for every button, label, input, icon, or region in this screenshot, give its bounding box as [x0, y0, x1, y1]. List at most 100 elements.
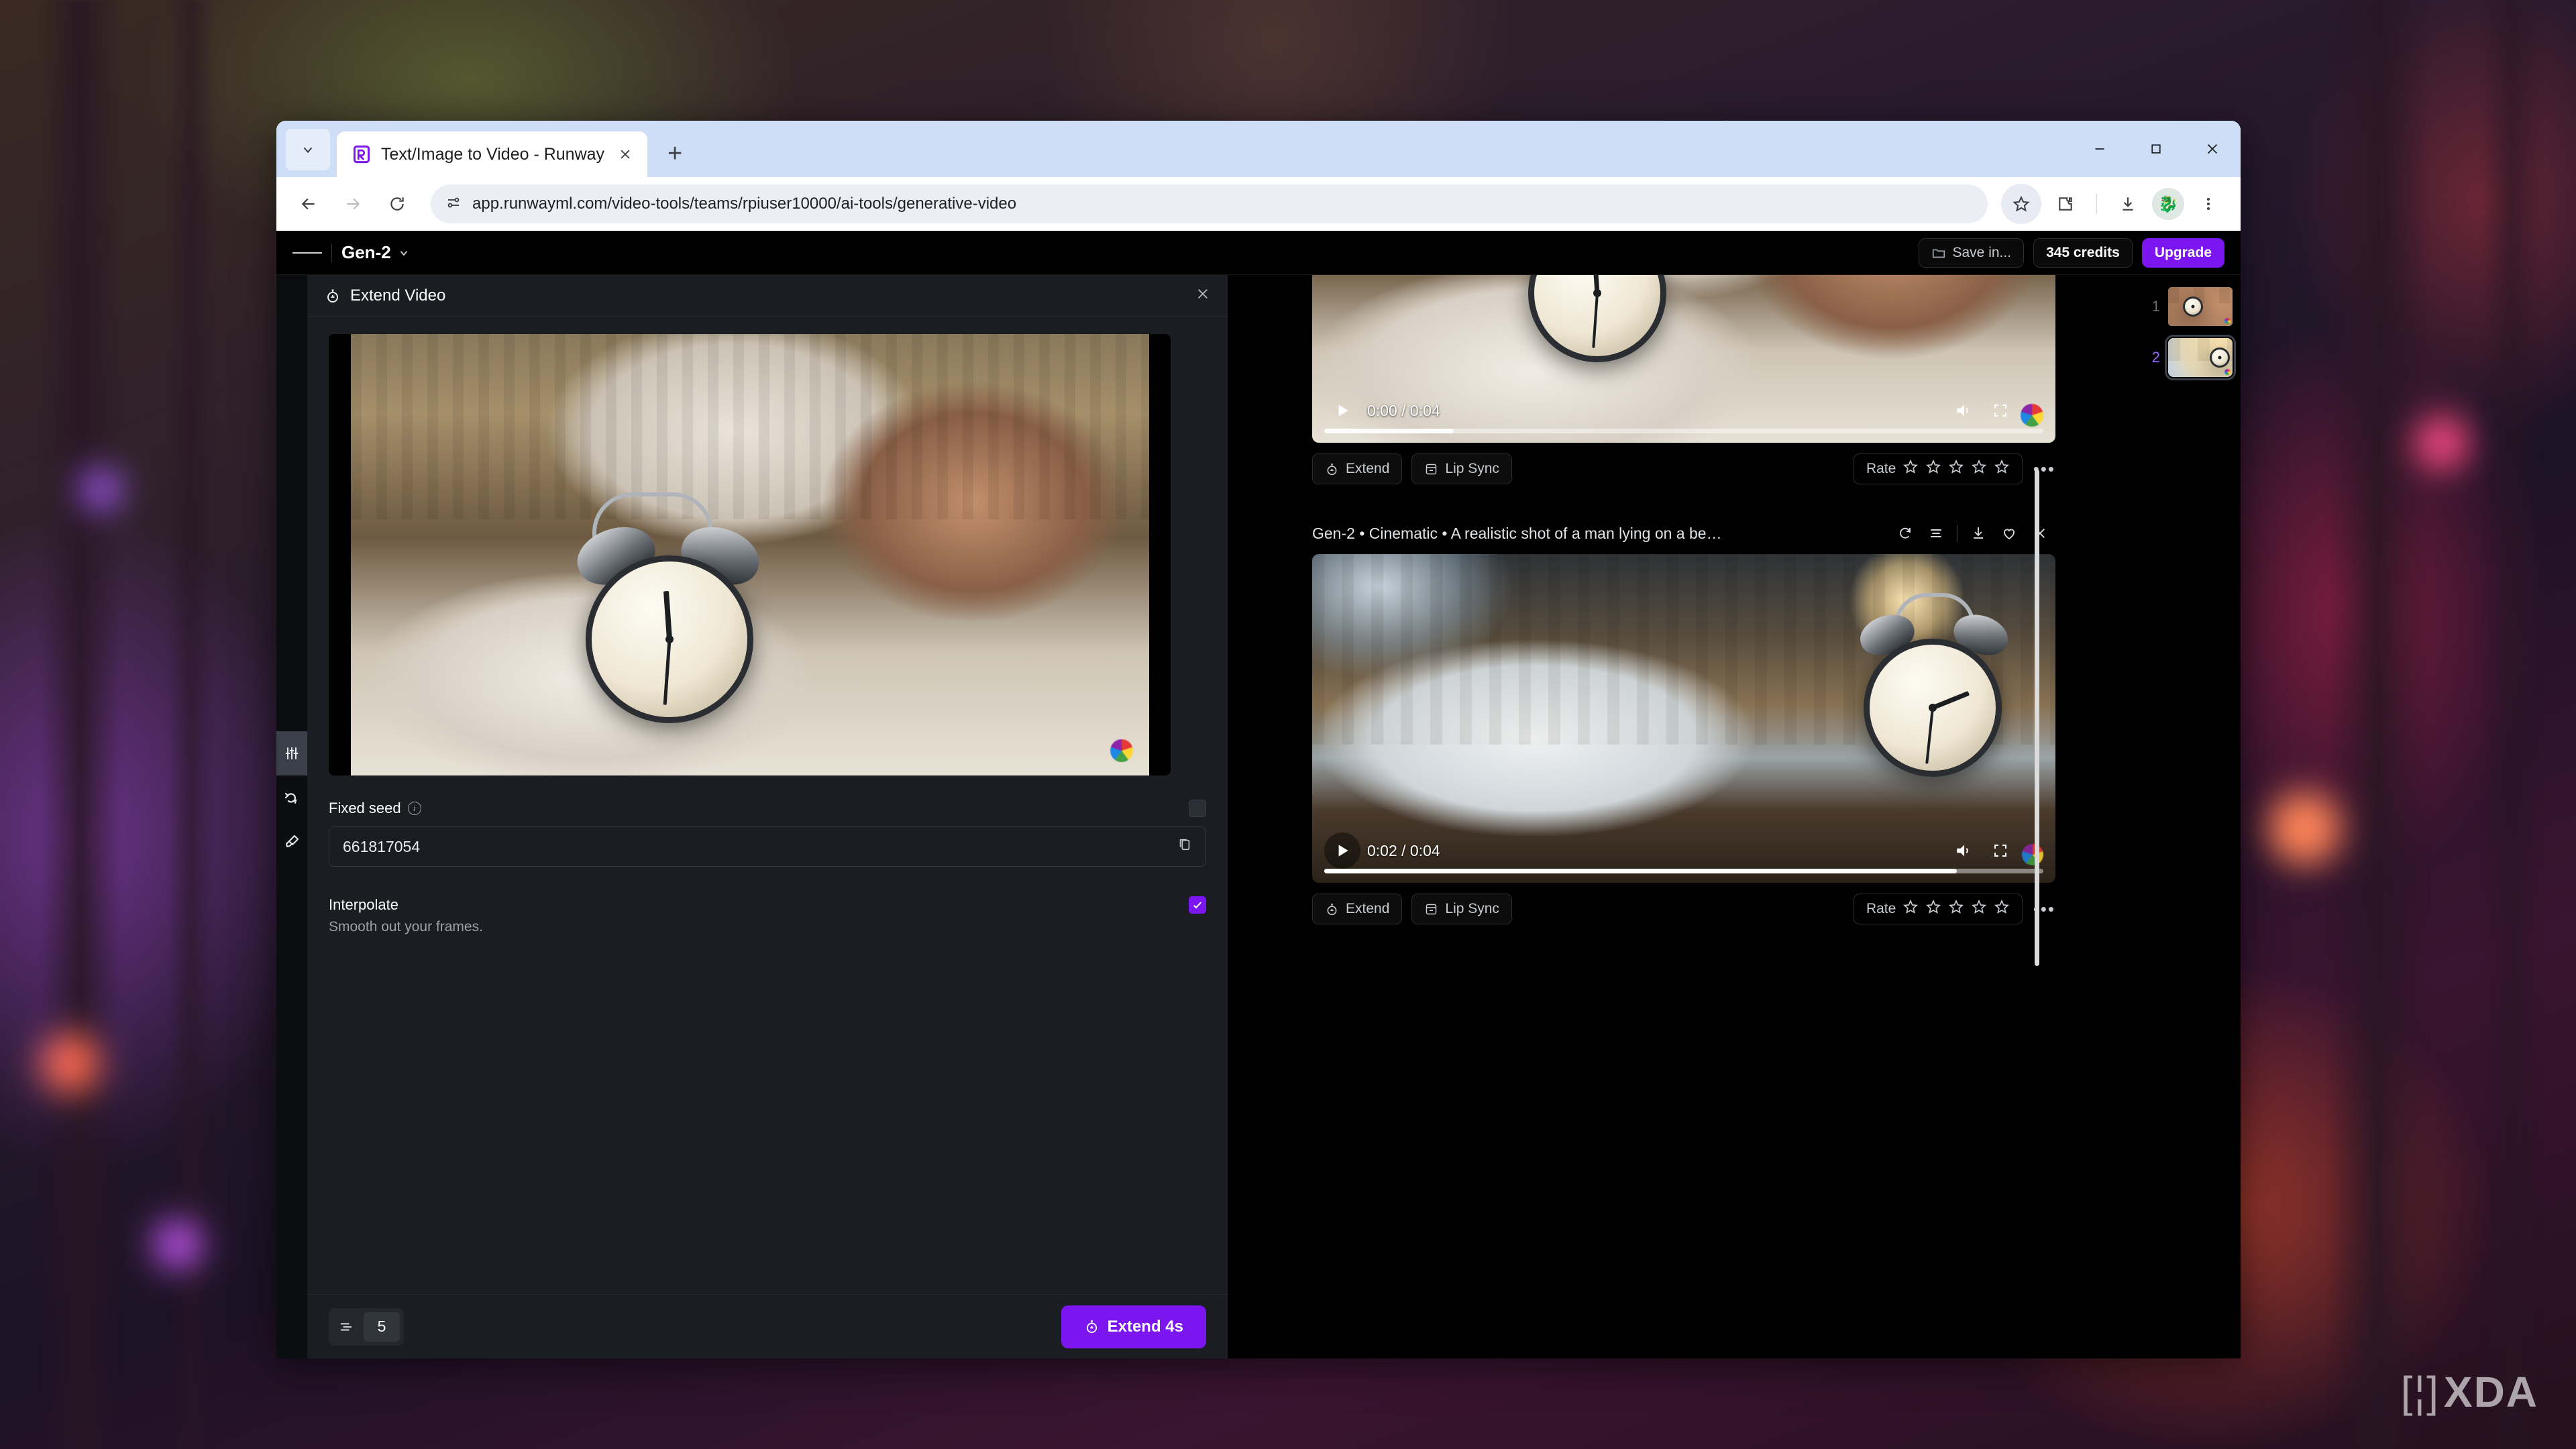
fixed-seed-input[interactable]: 661817054 [329, 826, 1206, 867]
rate-control[interactable]: Rate [1853, 894, 2023, 924]
thumbnail-item[interactable]: 2 [2148, 335, 2236, 380]
chrome-menu-icon[interactable] [2188, 184, 2229, 224]
tab-strip: Text/Image to Video - Runway + [276, 121, 2241, 177]
video-scrubber[interactable] [1324, 869, 2043, 873]
extend-action-label: Extend [1346, 461, 1390, 476]
fullscreen-icon[interactable] [1992, 402, 2008, 419]
rate-control[interactable]: Rate [1853, 453, 2023, 484]
extend-action-button[interactable]: Extend [1312, 894, 1403, 924]
window-close-icon[interactable] [2184, 121, 2241, 177]
window-controls [2072, 121, 2241, 177]
extensions-puzzle-icon[interactable] [2045, 184, 2086, 224]
volume-icon[interactable] [1955, 402, 1972, 419]
thumbnail-item[interactable]: 1 [2148, 287, 2233, 326]
panel-header: Extend Video [307, 275, 1228, 317]
reload-icon[interactable] [377, 184, 417, 224]
clock-face [1864, 639, 2002, 777]
panel-title: Extend Video [350, 286, 446, 305]
rating-stars[interactable] [1902, 459, 2009, 479]
duration-value[interactable]: 5 [364, 1311, 400, 1342]
tab-close-icon[interactable] [614, 143, 637, 166]
video-timestamp: 0:02 / 0:04 [1367, 841, 1440, 859]
sliders-icon [285, 747, 299, 759]
address-bar[interactable]: app.runwayml.com/video-tools/teams/rpius… [431, 184, 1988, 223]
upgrade-label: Upgrade [2154, 244, 2212, 260]
fixed-seed-row: Fixed seed i [329, 800, 1206, 817]
thumbnail-preview[interactable] [2168, 287, 2233, 326]
close-icon[interactable] [2025, 526, 2055, 541]
runway-watermark-icon [2022, 844, 2043, 865]
interpolate-row: Interpolate [329, 896, 1206, 914]
new-tab-plus-icon[interactable]: + [657, 136, 693, 172]
preview-image [350, 334, 1149, 775]
results-scrollbar[interactable] [2035, 470, 2039, 966]
rail-item-motion[interactable] [276, 775, 307, 820]
hamburger-menu-icon[interactable] [292, 238, 323, 268]
video-scrubber[interactable] [1324, 429, 2043, 433]
interpolate-checkbox[interactable] [1189, 896, 1206, 914]
interpolate-description: Smooth out your frames. [329, 919, 483, 934]
duration-icon[interactable] [329, 1320, 364, 1334]
bookmark-star-icon[interactable] [2001, 184, 2041, 224]
site-settings-icon[interactable] [445, 195, 462, 214]
runway-watermark-icon [2224, 318, 2231, 324]
back-arrow-icon[interactable] [288, 184, 329, 224]
video-player[interactable]: 0:02 / 0:04 [1312, 554, 2055, 883]
duration-stepper[interactable]: 5 [329, 1307, 404, 1346]
browser-tab[interactable]: Text/Image to Video - Runway [337, 131, 648, 177]
extend-clock-icon [1327, 463, 1337, 475]
favorite-heart-icon[interactable] [1994, 525, 2025, 541]
thumbnail-preview[interactable] [2165, 335, 2236, 380]
fixed-seed-checkbox[interactable] [1189, 800, 1206, 817]
clock-face [585, 555, 753, 723]
play-icon[interactable] [1324, 833, 1360, 869]
result-card: Gen-2 • Cinematic • A realistic shot of … [1312, 513, 2055, 935]
window-maximize-icon[interactable] [2128, 121, 2184, 177]
save-in-button[interactable]: Save in... [1918, 237, 2025, 268]
extend-clock-icon [1086, 1320, 1097, 1334]
details-list-icon[interactable] [1921, 525, 1951, 541]
lip-sync-button[interactable]: Lip Sync [1411, 894, 1512, 924]
video-player[interactable]: 0:00 / 0:04 [1312, 275, 2055, 443]
clock-face [2183, 297, 2203, 317]
downloads-icon[interactable] [2108, 184, 2148, 224]
play-icon[interactable] [1324, 392, 1360, 429]
toolbar-divider [2096, 194, 2097, 214]
info-icon[interactable]: i [407, 802, 421, 815]
volume-icon[interactable] [1955, 842, 1972, 859]
runway-watermark-icon [1110, 739, 1133, 762]
video-timestamp: 0:00 / 0:04 [1367, 401, 1440, 419]
video-progress-fill [1324, 429, 1454, 433]
rate-label: Rate [1866, 901, 1896, 916]
tab-search-chevron-down-icon[interactable] [286, 129, 330, 170]
window-minimize-icon[interactable] [2072, 121, 2128, 177]
panel-close-icon[interactable] [1195, 285, 1210, 306]
lip-sync-label: Lip Sync [1445, 901, 1499, 916]
download-icon[interactable] [1963, 525, 1994, 541]
fullscreen-icon[interactable] [1992, 843, 2008, 859]
lip-sync-label: Lip Sync [1445, 461, 1499, 476]
browser-window: Text/Image to Video - Runway + app.runwa… [276, 121, 2241, 1358]
address-bar-url: app.runwayml.com/video-tools/teams/rpius… [472, 195, 1017, 213]
xda-watermark-text: XDA [2443, 1368, 2538, 1416]
model-selector[interactable]: Gen-2 [341, 242, 410, 263]
thumbnail-rail: 1 2 [2140, 275, 2241, 1358]
lip-sync-button[interactable]: Lip Sync [1411, 453, 1512, 484]
lip-sync-icon [1426, 464, 1437, 474]
regenerate-icon[interactable] [1890, 525, 1921, 541]
extend-button[interactable]: Extend 4s [1061, 1305, 1206, 1348]
rating-stars[interactable] [1902, 899, 2009, 919]
thumbnail-number: 2 [2151, 349, 2160, 366]
copy-icon[interactable] [1177, 837, 1192, 856]
lip-sync-icon [1426, 904, 1437, 914]
upgrade-button[interactable]: Upgrade [2141, 237, 2224, 268]
rail-item-brush[interactable] [276, 820, 307, 864]
forward-arrow-icon[interactable] [333, 184, 373, 224]
extend-source-preview[interactable] [329, 334, 1171, 775]
save-in-label: Save in... [1952, 244, 2012, 260]
profile-avatar-icon[interactable]: 🐉 [2152, 188, 2184, 220]
result-card-title: Gen-2 • Cinematic • A realistic shot of … [1312, 524, 1722, 542]
credits-badge[interactable]: 345 credits [2033, 237, 2133, 268]
rail-item-settings-sliders[interactable] [276, 731, 307, 775]
extend-action-button[interactable]: Extend [1312, 453, 1403, 484]
